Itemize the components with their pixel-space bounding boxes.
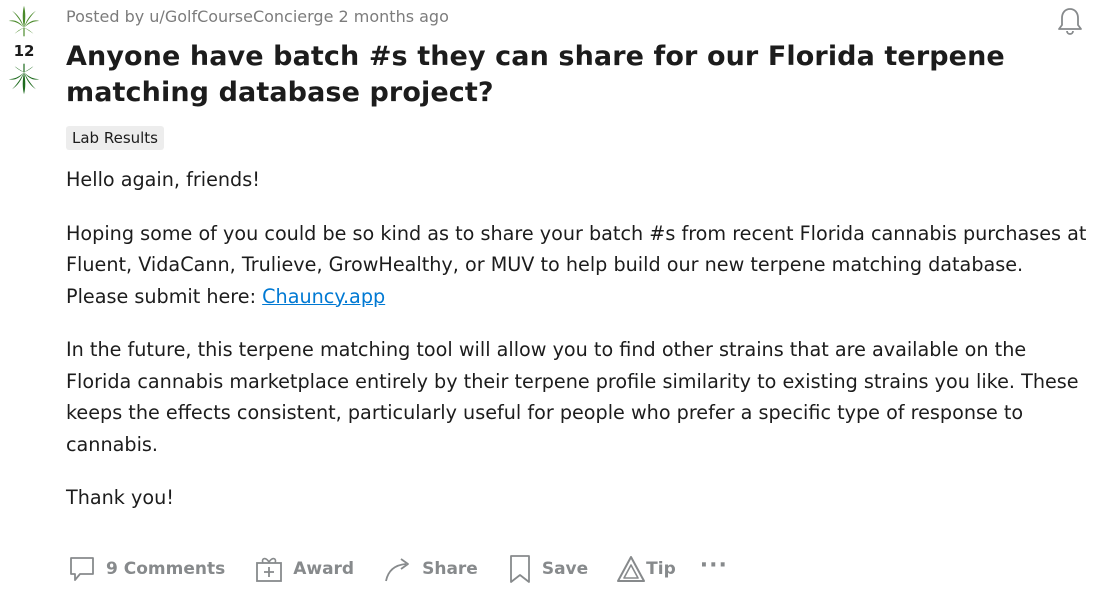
- post-card: 12 Posted by u/GolfCourseConcierge 2 mon…: [0, 0, 1099, 591]
- tip-button[interactable]: Tip: [616, 554, 676, 584]
- body-paragraph-2: Hoping some of you could be so kind as t…: [66, 218, 1091, 313]
- post-meta: Posted by u/GolfCourseConcierge 2 months…: [66, 7, 1086, 27]
- more-options-button[interactable]: ···: [700, 555, 728, 577]
- award-button[interactable]: Award: [253, 553, 354, 585]
- bookmark-icon: [509, 555, 530, 583]
- comments-label: 9 Comments: [106, 559, 226, 579]
- body-paragraph-3: In the future, this terpene matching too…: [66, 338, 1079, 456]
- action-bar: 9 Comments Award Share Save Tip ···: [66, 547, 728, 591]
- body-paragraph-1: Hello again, friends!: [66, 168, 260, 191]
- vote-score: 12: [13, 42, 35, 60]
- author-link[interactable]: u/GolfCourseConcierge: [149, 7, 333, 26]
- comment-bubble-icon: [70, 557, 94, 581]
- share-button[interactable]: Share: [382, 553, 478, 585]
- tip-label: Tip: [646, 559, 676, 579]
- award-label: Award: [293, 559, 355, 579]
- vote-column: 12: [4, 4, 44, 96]
- post-title[interactable]: Anyone have batch #s they can share for …: [66, 39, 1051, 111]
- post-body: Hello again, friends! Hoping some of you…: [66, 164, 1091, 514]
- post-age: 2 months ago: [333, 7, 449, 26]
- downvote-leaf-icon[interactable]: [7, 62, 41, 96]
- save-button[interactable]: Save: [506, 553, 588, 585]
- save-label: Save: [541, 559, 589, 579]
- triangle-tip-icon: [617, 556, 646, 582]
- comments-button[interactable]: 9 Comments: [66, 553, 225, 585]
- post-main: Posted by u/GolfCourseConcierge 2 months…: [66, 0, 1086, 536]
- chauncy-link[interactable]: Chauncy.app: [262, 285, 385, 308]
- gift-box-icon: [256, 557, 283, 582]
- body-paragraph-4: Thank you!: [66, 486, 174, 509]
- body-paragraph-2-text: Hoping some of you could be so kind as t…: [66, 221, 1087, 308]
- upvote-leaf-icon[interactable]: [7, 4, 41, 38]
- post-flair[interactable]: Lab Results: [66, 126, 165, 150]
- meta-prefix: Posted by: [66, 7, 150, 26]
- share-label: Share: [422, 559, 478, 579]
- share-arrow-icon: [385, 558, 410, 582]
